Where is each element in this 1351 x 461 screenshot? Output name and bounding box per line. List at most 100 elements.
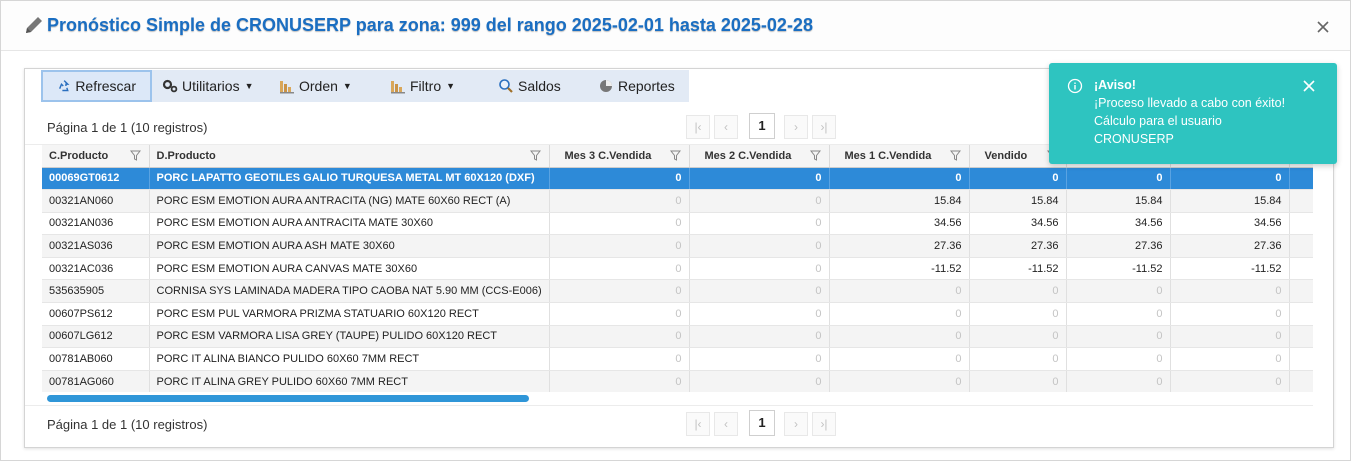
filter-icon[interactable] — [809, 150, 821, 161]
value-cell: -11.52 — [829, 257, 970, 281]
horizontal-scrollbar[interactable] — [47, 395, 529, 402]
table-row[interactable]: 00069GT0612 PORC LAPATTO GEOTILES GALIO T… — [42, 167, 1313, 191]
toolbar: Refrescar Utilitarios ▼ Orden ▼ Filtro ▼… — [41, 70, 689, 102]
column-header[interactable]: Mes 3 C.Vendida — [549, 145, 690, 168]
first-page-button[interactable]: |‹ — [686, 412, 710, 436]
value-cell: 0 — [969, 347, 1067, 371]
value-cell: 0 — [829, 279, 970, 304]
value-cell: 0 — [969, 279, 1067, 304]
value-cell: 0 — [829, 347, 970, 371]
notification-toast: ¡Aviso! ¡Proceso llevado a cabo con éxit… — [1049, 63, 1337, 164]
product-desc-cell: PORC ESM EMOTION AURA ASH MATE 30X60 — [149, 234, 550, 258]
value-cell: 15.84 — [969, 189, 1067, 213]
current-page[interactable]: 1 — [749, 113, 775, 139]
product-code-cell: 00321AN036 — [42, 212, 150, 236]
forecast-dialog: Pronóstico Simple de CRONUSERP para zona… — [0, 0, 1351, 461]
value-cell: 0 — [829, 370, 970, 392]
value-cell: 15.84 — [1170, 189, 1290, 213]
balances-label: Saldos — [518, 78, 561, 94]
pager-info: Página 1 de 1 (10 registros) — [47, 417, 208, 432]
table-body: 00069GT0612 PORC LAPATTO GEOTILES GALIO T… — [42, 167, 1313, 392]
table-row[interactable]: 00607LG612 PORC ESM VARMORA LISA GREY (TA… — [42, 325, 1313, 349]
table-row[interactable]: 00781AB060 PORC IT ALINA BIANCO PULIDO 60… — [42, 347, 1313, 371]
value-cell: 0 — [549, 302, 690, 326]
table-row[interactable]: 00321AN036 PORC ESM EMOTION AURA ANTRACIT… — [42, 212, 1313, 236]
value-cell: 0 — [549, 279, 690, 304]
utilities-menu-button[interactable]: Utilitarios ▼ — [162, 70, 254, 102]
value-cell: 0 — [549, 167, 690, 191]
value-cell: 0 — [1170, 279, 1290, 304]
value-cell: 0 — [969, 302, 1067, 326]
table-row[interactable]: 00321AS036 PORC ESM EMOTION AURA ASH MATE… — [42, 234, 1313, 258]
value-cell: 34.56 — [1170, 212, 1290, 236]
row-spacer — [1289, 167, 1313, 191]
recycle-icon — [59, 80, 70, 92]
product-code-cell: 535635905 — [42, 279, 150, 304]
value-cell: 0 — [1066, 302, 1171, 326]
pencil-icon — [26, 17, 42, 33]
current-page[interactable]: 1 — [749, 410, 775, 436]
table-row[interactable]: 00607PS612 PORC ESM PUL VARMORA PRIZMA ST… — [42, 302, 1313, 326]
product-desc-cell: PORC LAPATTO GEOTILES GALIO TURQUESA MET… — [149, 167, 550, 191]
magnifier-icon — [499, 79, 513, 93]
prev-page-button[interactable]: ‹ — [714, 115, 738, 139]
value-cell: 0 — [549, 370, 690, 392]
close-icon[interactable] — [1302, 79, 1316, 93]
product-code-cell: 00069GT0612 — [42, 167, 150, 191]
order-menu-button[interactable]: Orden ▼ — [279, 70, 352, 102]
table-row[interactable]: 00321AN060 PORC ESM EMOTION AURA ANTRACIT… — [42, 189, 1313, 213]
chevron-down-icon: ▼ — [244, 81, 254, 91]
refresh-label: Refrescar — [75, 78, 136, 94]
row-spacer — [1289, 370, 1313, 392]
value-cell: 0 — [1066, 167, 1171, 191]
chart-pie-icon — [600, 80, 612, 92]
product-code-cell: 00781AB060 — [42, 347, 150, 371]
next-page-button[interactable]: › — [784, 412, 808, 436]
column-header[interactable]: D.Producto — [149, 145, 550, 168]
value-cell: 0 — [1170, 302, 1290, 326]
gears-icon — [162, 79, 178, 93]
last-page-button[interactable]: ›| — [812, 412, 836, 436]
table-row[interactable]: 00781AG060 PORC IT ALINA GREY PULIDO 60X6… — [42, 370, 1313, 392]
row-spacer — [1289, 279, 1313, 304]
chevron-down-icon: ▼ — [342, 81, 352, 91]
toast-line: Cálculo para el usuario — [1094, 114, 1222, 128]
dialog-header: Pronóstico Simple de CRONUSERP para zona… — [1, 1, 1350, 51]
filter-menu-button[interactable]: Filtro ▼ — [390, 70, 455, 102]
column-header[interactable]: Mes 2 C.Vendida — [689, 145, 830, 168]
filter-icon[interactable] — [529, 150, 541, 161]
product-code-cell: 00607LG612 — [42, 325, 150, 349]
value-cell: 15.84 — [829, 189, 970, 213]
filter-icon[interactable] — [669, 150, 681, 161]
value-cell: 0 — [689, 279, 830, 304]
product-code-cell: 00607PS612 — [42, 302, 150, 326]
products-table-wrap: C.Producto D.Producto Mes 3 C.Vendida Me… — [42, 145, 1313, 392]
chevron-down-icon: ▼ — [446, 81, 456, 91]
filter-bars-icon — [391, 81, 405, 94]
value-cell: 0 — [549, 347, 690, 371]
next-page-button[interactable]: › — [784, 115, 808, 139]
prev-page-button[interactable]: ‹ — [714, 412, 738, 436]
value-cell: 0 — [969, 325, 1067, 349]
filter-icon[interactable] — [129, 150, 141, 161]
value-cell: 0 — [969, 370, 1067, 392]
close-icon[interactable] — [1314, 18, 1332, 36]
row-spacer — [1289, 302, 1313, 326]
row-spacer — [1289, 347, 1313, 371]
refresh-button[interactable]: Refrescar — [41, 70, 152, 102]
column-header[interactable]: C.Producto — [42, 145, 150, 168]
balances-button[interactable]: Saldos — [498, 70, 561, 102]
reports-button[interactable]: Reportes — [598, 70, 675, 102]
last-page-button[interactable]: ›| — [812, 115, 836, 139]
value-cell: 0 — [1066, 370, 1171, 392]
filter-icon[interactable] — [949, 150, 961, 161]
value-cell: 34.56 — [969, 212, 1067, 236]
product-desc-cell: PORC ESM PUL VARMORA PRIZMA STATUARIO 60… — [149, 302, 550, 326]
table-row[interactable]: 00321AC036 PORC ESM EMOTION AURA CANVAS M… — [42, 257, 1313, 281]
value-cell: 0 — [689, 302, 830, 326]
table-row[interactable]: 535635905 CORNISA SYS LAMINADA MADERA TIP… — [42, 279, 1313, 304]
first-page-button[interactable]: |‹ — [686, 115, 710, 139]
utilities-label: Utilitarios — [182, 78, 240, 94]
value-cell: 0 — [1066, 347, 1171, 371]
column-header[interactable]: Mes 1 C.Vendida — [829, 145, 970, 168]
